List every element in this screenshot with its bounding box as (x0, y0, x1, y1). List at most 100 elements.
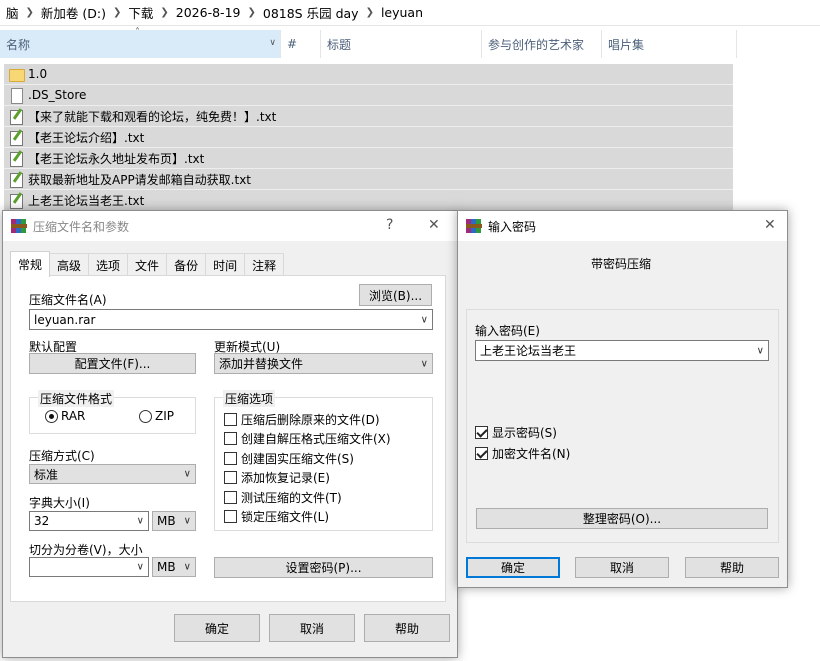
column-artist-label: 参与创作的艺术家 (488, 37, 585, 52)
password-cancel-button[interactable]: 取消 (575, 557, 669, 578)
text-file-icon (8, 171, 24, 188)
dictionary-unit-select[interactable]: MB ∨ (152, 511, 196, 531)
option-lock-checkbox[interactable]: 锁定压缩文件(L) (224, 508, 329, 525)
close-icon[interactable]: ✕ (764, 217, 776, 233)
tab-options[interactable]: 选项 (88, 253, 129, 276)
tab-advanced[interactable]: 高级 (49, 253, 90, 276)
file-name: 【来了就能下载和观看的论坛，纯免费！】.txt (28, 109, 277, 124)
archive-name-input[interactable]: leyuan.rar ∨ (29, 309, 433, 330)
chevron-down-icon[interactable]: ∨ (421, 314, 428, 325)
option-label: 添加恢复记录(E) (241, 471, 330, 485)
dialog-titlebar: 输入密码 ✕ (458, 211, 787, 241)
tab-general[interactable]: 常规 (10, 251, 51, 277)
profiles-button[interactable]: 配置文件(F)... (29, 353, 196, 374)
chevron-down-icon[interactable]: ∨ (757, 345, 764, 356)
help-icon[interactable]: ? (386, 217, 393, 233)
file-name: 1.0 (28, 67, 48, 81)
list-item[interactable]: 【来了就能下载和观看的论坛，纯免费！】.txt (4, 106, 733, 127)
encrypt-filenames-label: 加密文件名(N) (492, 447, 571, 461)
password-ok-button[interactable]: 确定 (466, 557, 560, 578)
breadcrumb-item[interactable]: 脑 (2, 3, 23, 22)
chevron-down-icon[interactable]: ∨ (184, 469, 191, 480)
split-unit-select[interactable]: MB ∨ (152, 557, 196, 577)
compression-method-label: 压缩方式(C) (29, 449, 95, 463)
breadcrumb-item[interactable]: 0818S 乐园 day (259, 3, 363, 22)
breadcrumb-item[interactable]: 新加卷 (D:) (37, 3, 110, 22)
compression-method-select[interactable]: 标准 ∨ (29, 464, 196, 484)
chevron-down-icon[interactable]: ∨ (421, 358, 428, 369)
split-volume-input[interactable]: ∨ (29, 557, 149, 577)
checkbox-icon (224, 452, 237, 465)
list-item[interactable]: 获取最新地址及APP请发邮箱自动获取.txt (4, 169, 733, 190)
help-button[interactable]: 帮助 (364, 614, 450, 642)
option-recovery-checkbox[interactable]: 添加恢复记录(E) (224, 469, 330, 486)
tab-time[interactable]: 时间 (205, 253, 246, 276)
list-item[interactable]: .DS_Store (4, 85, 733, 106)
chevron-down-icon[interactable]: ∨ (184, 516, 191, 527)
breadcrumb: 脑 ❯ 新加卷 (D:) ❯ 下载 ❯ 2026-8-19 ❯ 0818S 乐园… (0, 0, 820, 26)
chevron-right-icon: ❯ (365, 7, 374, 18)
dictionary-size-input[interactable]: 32 ∨ (29, 511, 149, 531)
update-mode-select[interactable]: 添加并替换文件 ∨ (214, 353, 433, 374)
chevron-right-icon: ❯ (247, 7, 256, 18)
password-input[interactable]: 上老王论坛当老王 ∨ (475, 340, 769, 361)
breadcrumb-item[interactable]: 下载 (124, 3, 157, 22)
chevron-down-icon[interactable]: ∨ (137, 516, 144, 527)
browse-button[interactable]: 浏览(B)... (359, 284, 432, 306)
winrar-icon (11, 219, 27, 233)
chevron-down-icon[interactable]: ∨ (184, 562, 191, 573)
column-header-name[interactable]: 名称 ˄ ∨ (0, 27, 281, 58)
radio-unselected-icon (139, 409, 152, 423)
list-item[interactable]: 【老王论坛介绍】.txt (4, 127, 733, 148)
chevron-right-icon: ❯ (25, 7, 34, 18)
breadcrumb-item[interactable]: 2026-8-19 (172, 5, 245, 20)
option-solid-checkbox[interactable]: 创建固实压缩文件(S) (224, 450, 354, 467)
file-icon (8, 87, 24, 104)
set-password-button[interactable]: 设置密码(P)... (214, 557, 433, 578)
password-value: 上老王论坛当老王 (480, 344, 577, 358)
chevron-right-icon: ❯ (160, 7, 169, 18)
password-label: 输入密码(E) (475, 324, 540, 338)
column-header-artist[interactable]: 参与创作的艺术家 (482, 30, 602, 58)
text-file-icon (8, 192, 24, 209)
column-header-row: 名称 ˄ ∨ # 标题 参与创作的艺术家 唱片集 (0, 27, 737, 58)
format-zip-radio[interactable]: ZIP (139, 409, 174, 423)
option-delete-after-checkbox[interactable]: 压缩后删除原来的文件(D) (224, 411, 380, 428)
list-item[interactable]: 上老王论坛当老王.txt (4, 190, 733, 211)
text-file-icon (8, 150, 24, 167)
file-name: 获取最新地址及APP请发邮箱自动获取.txt (28, 172, 252, 187)
list-item[interactable]: 【老王论坛永久地址发布页】.txt (4, 148, 733, 169)
chevron-down-icon[interactable]: ∨ (269, 38, 276, 48)
file-list: 1.0 .DS_Store 【来了就能下载和观看的论坛，纯免费！】.txt 【老… (4, 64, 733, 211)
checkbox-icon (224, 510, 237, 523)
option-sfx-checkbox[interactable]: 创建自解压格式压缩文件(X) (224, 430, 391, 447)
tab-comment[interactable]: 注释 (244, 253, 285, 276)
compression-method-value: 标准 (34, 467, 59, 482)
checkbox-icon (224, 432, 237, 445)
column-header-number[interactable]: # (281, 30, 321, 58)
column-header-title[interactable]: 标题 (321, 30, 482, 58)
tab-files[interactable]: 文件 (127, 253, 168, 276)
breadcrumb-item[interactable]: leyuan (377, 5, 427, 20)
option-test-checkbox[interactable]: 测试压缩的文件(T) (224, 489, 342, 506)
column-header-album[interactable]: 唱片集 (602, 30, 737, 58)
format-rar-radio[interactable]: RAR (45, 409, 85, 423)
file-name: .DS_Store (28, 88, 87, 102)
checkbox-icon (224, 413, 237, 426)
archive-options-label: 压缩选项 (223, 390, 276, 407)
close-icon[interactable]: ✕ (428, 217, 440, 233)
ok-button[interactable]: 确定 (174, 614, 260, 642)
tab-backup[interactable]: 备份 (166, 253, 207, 276)
list-item[interactable]: 1.0 (4, 64, 733, 85)
option-label: 创建固实压缩文件(S) (241, 452, 354, 466)
encrypt-filenames-checkbox[interactable]: 加密文件名(N) (475, 445, 570, 462)
split-unit-value: MB (157, 560, 176, 574)
organize-passwords-button[interactable]: 整理密码(O)... (476, 508, 768, 529)
checkbox-checked-icon (475, 426, 488, 439)
show-password-checkbox[interactable]: 显示密码(S) (475, 424, 557, 441)
split-volume-label: 切分为分卷(V)，大小 (29, 543, 143, 557)
chevron-down-icon[interactable]: ∨ (137, 562, 144, 573)
cancel-button[interactable]: 取消 (269, 614, 355, 642)
password-help-button[interactable]: 帮助 (685, 557, 779, 578)
column-number-label: # (287, 37, 298, 51)
